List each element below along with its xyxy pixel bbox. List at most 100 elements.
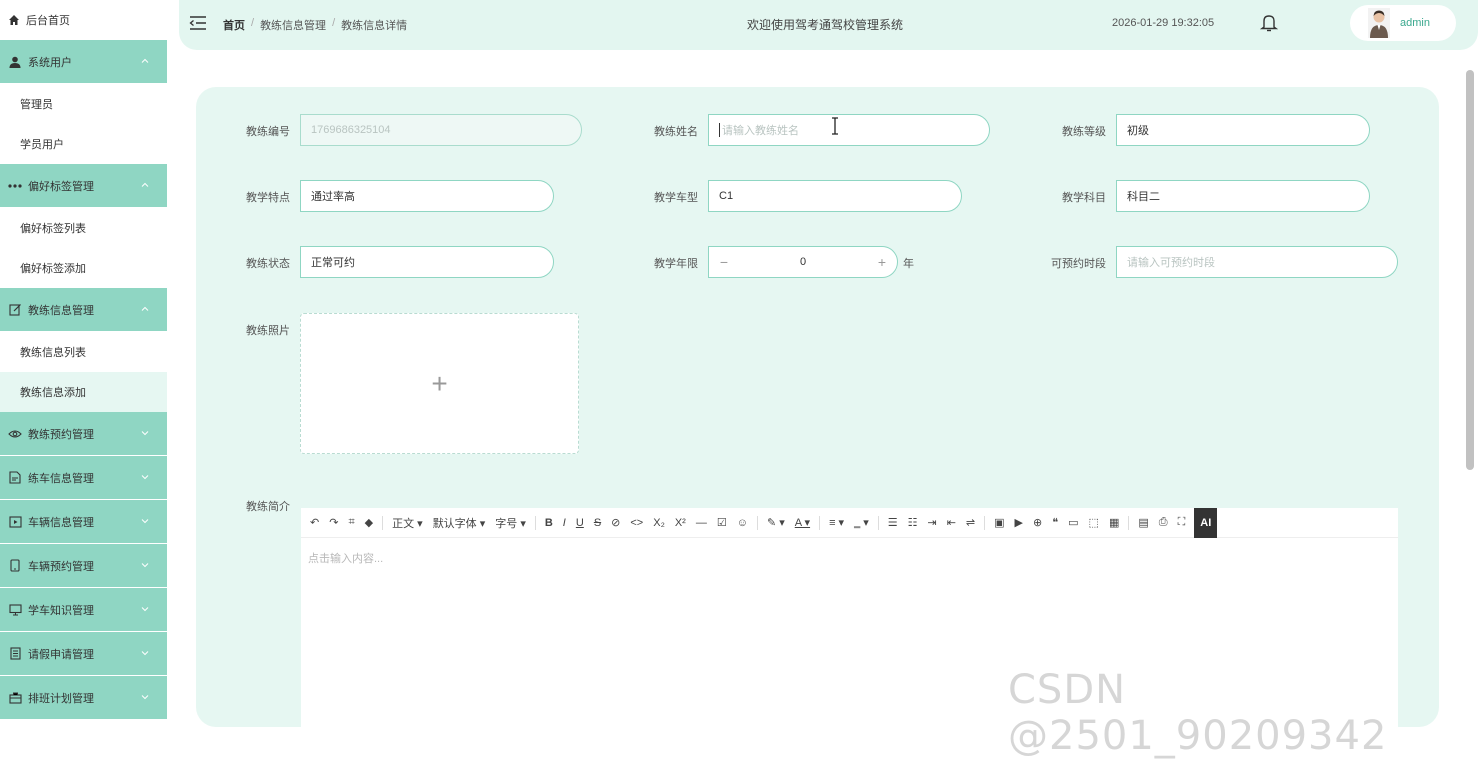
coach-level-value: 初级 bbox=[1127, 125, 1149, 137]
sidebar-group-coach-booking[interactable]: 教练预约管理 bbox=[0, 412, 167, 456]
increment-button[interactable]: + bbox=[867, 254, 897, 270]
fullscreen-icon[interactable]: ⛶ bbox=[1173, 512, 1191, 534]
outdent-icon[interactable]: ⇤ bbox=[942, 512, 961, 534]
wrap-icon[interactable]: ⇌ bbox=[961, 512, 980, 534]
sidebar-group-coach-info[interactable]: 教练信息管理 bbox=[0, 288, 167, 332]
sidebar-item-coach-add[interactable]: 教练信息添加 bbox=[0, 372, 167, 412]
sidebar-group-system-users[interactable]: 系统用户 bbox=[0, 40, 167, 84]
sidebar-group-label: 排班计划管理 bbox=[28, 692, 94, 705]
years-stepper[interactable]: − 0 + bbox=[708, 246, 898, 278]
coach-no-field: 1769686325104 bbox=[300, 114, 582, 146]
sidebar-group-vehicle-booking[interactable]: 车辆预约管理 bbox=[0, 544, 167, 588]
code-block-icon[interactable]: ▭ bbox=[1063, 512, 1083, 534]
sidebar-group-knowledge[interactable]: 学车知识管理 bbox=[0, 588, 167, 632]
watermark: CSDN @2501_90209342 bbox=[1008, 667, 1388, 759]
sidebar-group-preference-tags[interactable]: 偏好标签管理 bbox=[0, 164, 167, 208]
sidebar-item-label: 管理员 bbox=[20, 99, 53, 111]
bell-icon[interactable] bbox=[1260, 13, 1278, 33]
sidebar-item-students[interactable]: 学员用户 bbox=[0, 124, 167, 164]
undo-icon[interactable]: ↶ bbox=[305, 512, 324, 534]
sidebar-item-label: 学员用户 bbox=[20, 139, 64, 151]
sidebar-item-label: 偏好标签添加 bbox=[20, 263, 86, 275]
font-size-select[interactable]: 字号 ▾ bbox=[490, 512, 531, 534]
italic-icon[interactable]: I bbox=[558, 512, 571, 534]
indent-icon[interactable]: ⇥ bbox=[922, 512, 941, 534]
sidebar-item-coach-list[interactable]: 教练信息列表 bbox=[0, 332, 167, 372]
emoji-icon[interactable]: ☺ bbox=[732, 512, 753, 534]
underline-icon[interactable]: U bbox=[571, 512, 589, 534]
iframe-icon[interactable]: ⬚ bbox=[1084, 512, 1104, 534]
label-photo: 教练照片 bbox=[246, 325, 290, 337]
video-icon[interactable]: ▶ bbox=[1010, 512, 1028, 534]
numbered-list-icon[interactable]: ☷ bbox=[903, 512, 923, 534]
sidebar-item-home[interactable]: 后台首页 bbox=[0, 0, 167, 40]
teaching-feature-field[interactable]: 通过率高 bbox=[300, 180, 554, 212]
user-menu[interactable]: admin bbox=[1350, 5, 1456, 41]
font-color-icon[interactable]: ✎ ▾ bbox=[762, 512, 790, 534]
paragraph-select[interactable]: 正文 ▾ bbox=[387, 512, 428, 534]
image-icon[interactable]: ▣ bbox=[989, 512, 1009, 534]
subject-field[interactable]: 科目二 bbox=[1116, 180, 1370, 212]
coach-level-field[interactable]: 初级 bbox=[1116, 114, 1370, 146]
eye-icon bbox=[8, 427, 22, 441]
photo-upload[interactable]: + bbox=[300, 313, 579, 454]
print-icon[interactable]: ⎙ bbox=[1154, 512, 1173, 534]
ai-button[interactable]: AI bbox=[1194, 507, 1218, 538]
chevron-down-icon bbox=[141, 607, 149, 612]
line-height-icon[interactable]: ‗ ▾ bbox=[849, 512, 874, 534]
sidebar-group-practice[interactable]: 练车信息管理 bbox=[0, 456, 167, 500]
align-icon[interactable]: ≡ ▾ bbox=[824, 512, 849, 534]
decrement-button[interactable]: − bbox=[709, 254, 739, 270]
menu-collapse-icon[interactable] bbox=[189, 15, 207, 31]
status-field[interactable]: 正常可约 bbox=[300, 246, 554, 278]
subscript-icon[interactable]: X₂ bbox=[648, 512, 670, 534]
bulleted-list-icon[interactable]: ☰ bbox=[883, 512, 903, 534]
font-family-select[interactable]: 默认字体 ▾ bbox=[428, 512, 491, 534]
clear-format-icon[interactable]: ◆ bbox=[360, 512, 378, 534]
sidebar-group-schedule[interactable]: 排班计划管理 bbox=[0, 676, 167, 720]
attachment-icon[interactable]: ⊕ bbox=[1028, 512, 1047, 534]
quote-icon[interactable]: ❝ bbox=[1047, 512, 1063, 534]
code-icon[interactable]: <> bbox=[625, 512, 648, 534]
home-icon bbox=[9, 15, 19, 25]
strikethrough-icon[interactable]: S bbox=[589, 512, 606, 534]
top-header: 首页 / 教练信息管理 / 教练信息详情 欢迎使用驾考通驾校管理系统 2026-… bbox=[179, 0, 1478, 50]
breadcrumb-separator: / bbox=[251, 17, 255, 29]
todo-icon[interactable]: ☑ bbox=[712, 512, 732, 534]
car-type-field[interactable]: C1 bbox=[708, 180, 962, 212]
datetime-display: 2026-01-29 19:32:05 bbox=[1112, 17, 1215, 29]
vertical-scrollbar[interactable] bbox=[1466, 70, 1474, 470]
monitor-icon bbox=[8, 603, 22, 617]
username: admin bbox=[1400, 17, 1430, 29]
breadcrumb-coach-info[interactable]: 教练信息管理 bbox=[260, 17, 326, 33]
bold-icon[interactable]: B bbox=[540, 512, 558, 534]
redo-icon[interactable]: ↷ bbox=[324, 512, 343, 534]
divider-line-icon[interactable]: — bbox=[691, 512, 712, 534]
sidebar-group-vehicle-info[interactable]: 车辆信息管理 bbox=[0, 500, 167, 544]
toolbar-divider bbox=[534, 515, 536, 530]
bookable-time-input[interactable]: 请输入可预约时段 bbox=[1116, 246, 1398, 278]
sidebar-group-leave[interactable]: 请假申请管理 bbox=[0, 632, 167, 676]
preview-icon[interactable]: ▤ bbox=[1133, 512, 1153, 534]
coach-name-input[interactable]: 请输入教练姓名 bbox=[708, 114, 990, 146]
format-painter-icon[interactable]: ⌗ bbox=[343, 512, 359, 534]
sidebar-item-tag-add[interactable]: 偏好标签添加 bbox=[0, 248, 167, 288]
sidebar-group-label: 偏好标签管理 bbox=[28, 180, 94, 193]
breadcrumb-home[interactable]: 首页 bbox=[223, 17, 245, 33]
sidebar-home-label: 后台首页 bbox=[26, 15, 70, 27]
subject-value: 科目二 bbox=[1127, 191, 1160, 203]
background-color-icon[interactable]: A ▾ bbox=[790, 512, 815, 534]
sidebar-item-admin[interactable]: 管理员 bbox=[0, 84, 167, 124]
link-icon[interactable]: ⊘ bbox=[606, 512, 625, 534]
table-icon[interactable]: ▦ bbox=[1104, 512, 1124, 534]
years-value[interactable]: 0 bbox=[739, 256, 867, 268]
sidebar-group-label: 系统用户 bbox=[28, 56, 72, 69]
chevron-up-icon bbox=[141, 182, 149, 187]
chevron-down-icon bbox=[141, 519, 149, 524]
breadcrumb: 首页 / 教练信息管理 / 教练信息详情 bbox=[223, 17, 407, 33]
chevron-down-icon bbox=[141, 563, 149, 568]
sidebar-group-label: 请假申请管理 bbox=[28, 648, 94, 661]
phone-icon bbox=[8, 559, 22, 573]
sidebar-item-tag-list[interactable]: 偏好标签列表 bbox=[0, 208, 167, 248]
superscript-icon[interactable]: X² bbox=[670, 512, 691, 534]
